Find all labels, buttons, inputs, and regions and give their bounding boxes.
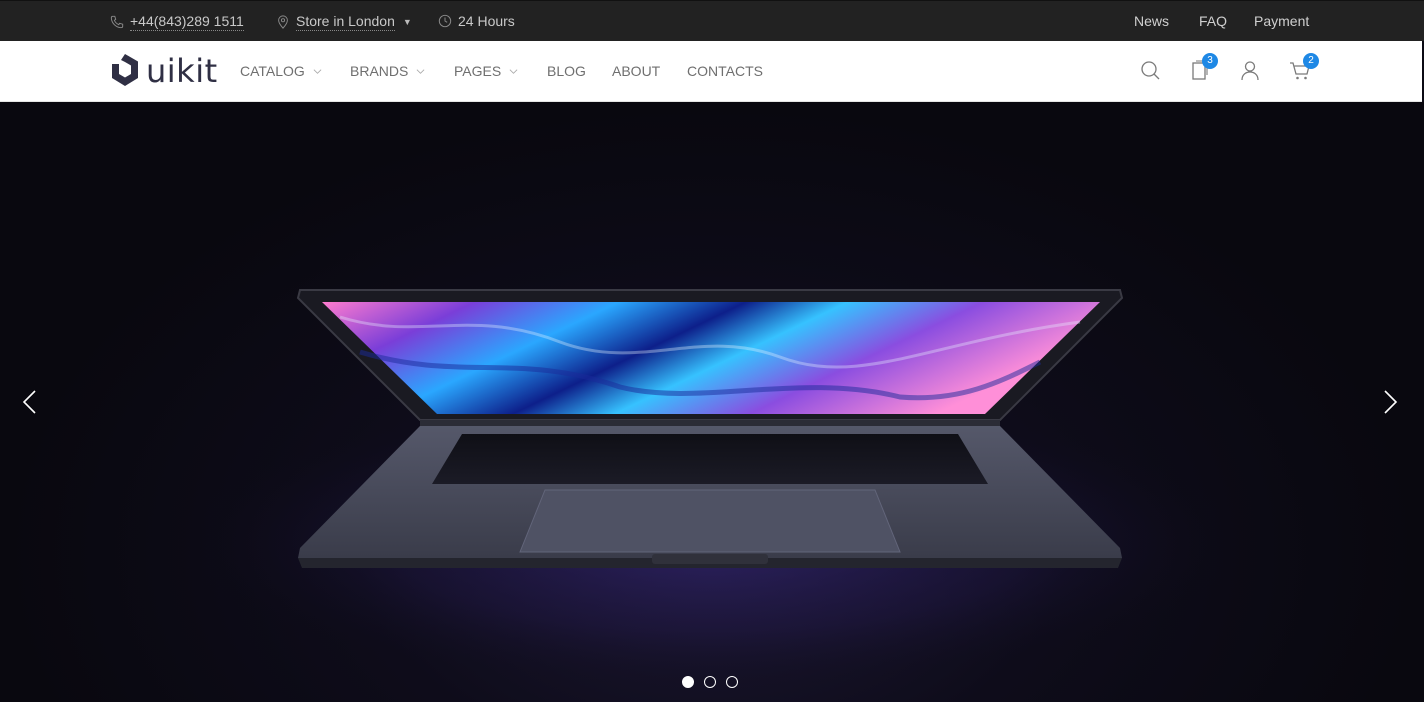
chevron-right-icon[interactable] [1380, 389, 1400, 415]
menu-about[interactable]: ABOUT [612, 63, 660, 79]
menu-brands-label: BRANDS [350, 63, 409, 79]
laptop-image [172, 289, 1252, 692]
logo-text: uikit [146, 52, 218, 90]
hours-info: 24 Hours [438, 13, 515, 29]
cart-button[interactable]: 2 [1289, 53, 1323, 85]
cart-count-badge: 2 [1303, 53, 1319, 69]
search-icon[interactable] [1139, 59, 1161, 81]
clock-icon [438, 14, 452, 28]
menu-contacts[interactable]: CONTACTS [687, 63, 763, 79]
compare-count-badge: 3 [1202, 53, 1218, 69]
slide-dot-2[interactable] [704, 676, 716, 688]
chevron-left-icon[interactable] [20, 389, 40, 415]
location-icon [278, 15, 288, 29]
top-bar: +44(843)289 1511 Store in London ▼ 24 Ho… [0, 0, 1424, 41]
menu-about-label: ABOUT [612, 63, 661, 79]
logo-mark-icon [112, 54, 138, 86]
menu-brands[interactable]: BRANDS [350, 63, 425, 79]
caret-down-icon: ▼ [402, 17, 412, 27]
slider-dots [682, 676, 738, 688]
slide-dot-3[interactable] [726, 676, 738, 688]
faq-link[interactable]: FAQ [1199, 13, 1227, 29]
menu-catalog[interactable]: CATALOG [240, 63, 322, 79]
hours-label: 24 Hours [458, 13, 515, 29]
store-selector[interactable]: Store in London ▼ [276, 13, 412, 31]
chevron-down-icon [509, 68, 518, 74]
main-nav: uikit CATALOG BRANDS PAGES BLOG ABOUT CO… [0, 41, 1422, 102]
phone-link[interactable]: +44(843)289 1511 [110, 13, 244, 31]
menu-blog[interactable]: BLOG [547, 63, 586, 79]
user-icon[interactable] [1239, 59, 1261, 81]
slide-dot-1[interactable] [682, 676, 694, 688]
payment-link[interactable]: Payment [1254, 13, 1309, 29]
menu-pages-label: PAGES [454, 63, 502, 79]
logo[interactable]: uikit [110, 52, 218, 90]
chevron-down-icon [313, 68, 322, 74]
compare-button[interactable]: 3 [1189, 53, 1223, 85]
phone-icon [110, 15, 124, 29]
store-label: Store in London [296, 13, 395, 31]
menu-catalog-label: CATALOG [240, 63, 305, 79]
chevron-down-icon [416, 68, 425, 74]
menu-blog-label: BLOG [547, 63, 586, 79]
menu-pages[interactable]: PAGES [454, 63, 518, 79]
phone-number: +44(843)289 1511 [130, 13, 244, 31]
hero-slider [0, 102, 1424, 702]
news-link[interactable]: News [1134, 13, 1169, 29]
menu-contacts-label: CONTACTS [687, 63, 763, 79]
